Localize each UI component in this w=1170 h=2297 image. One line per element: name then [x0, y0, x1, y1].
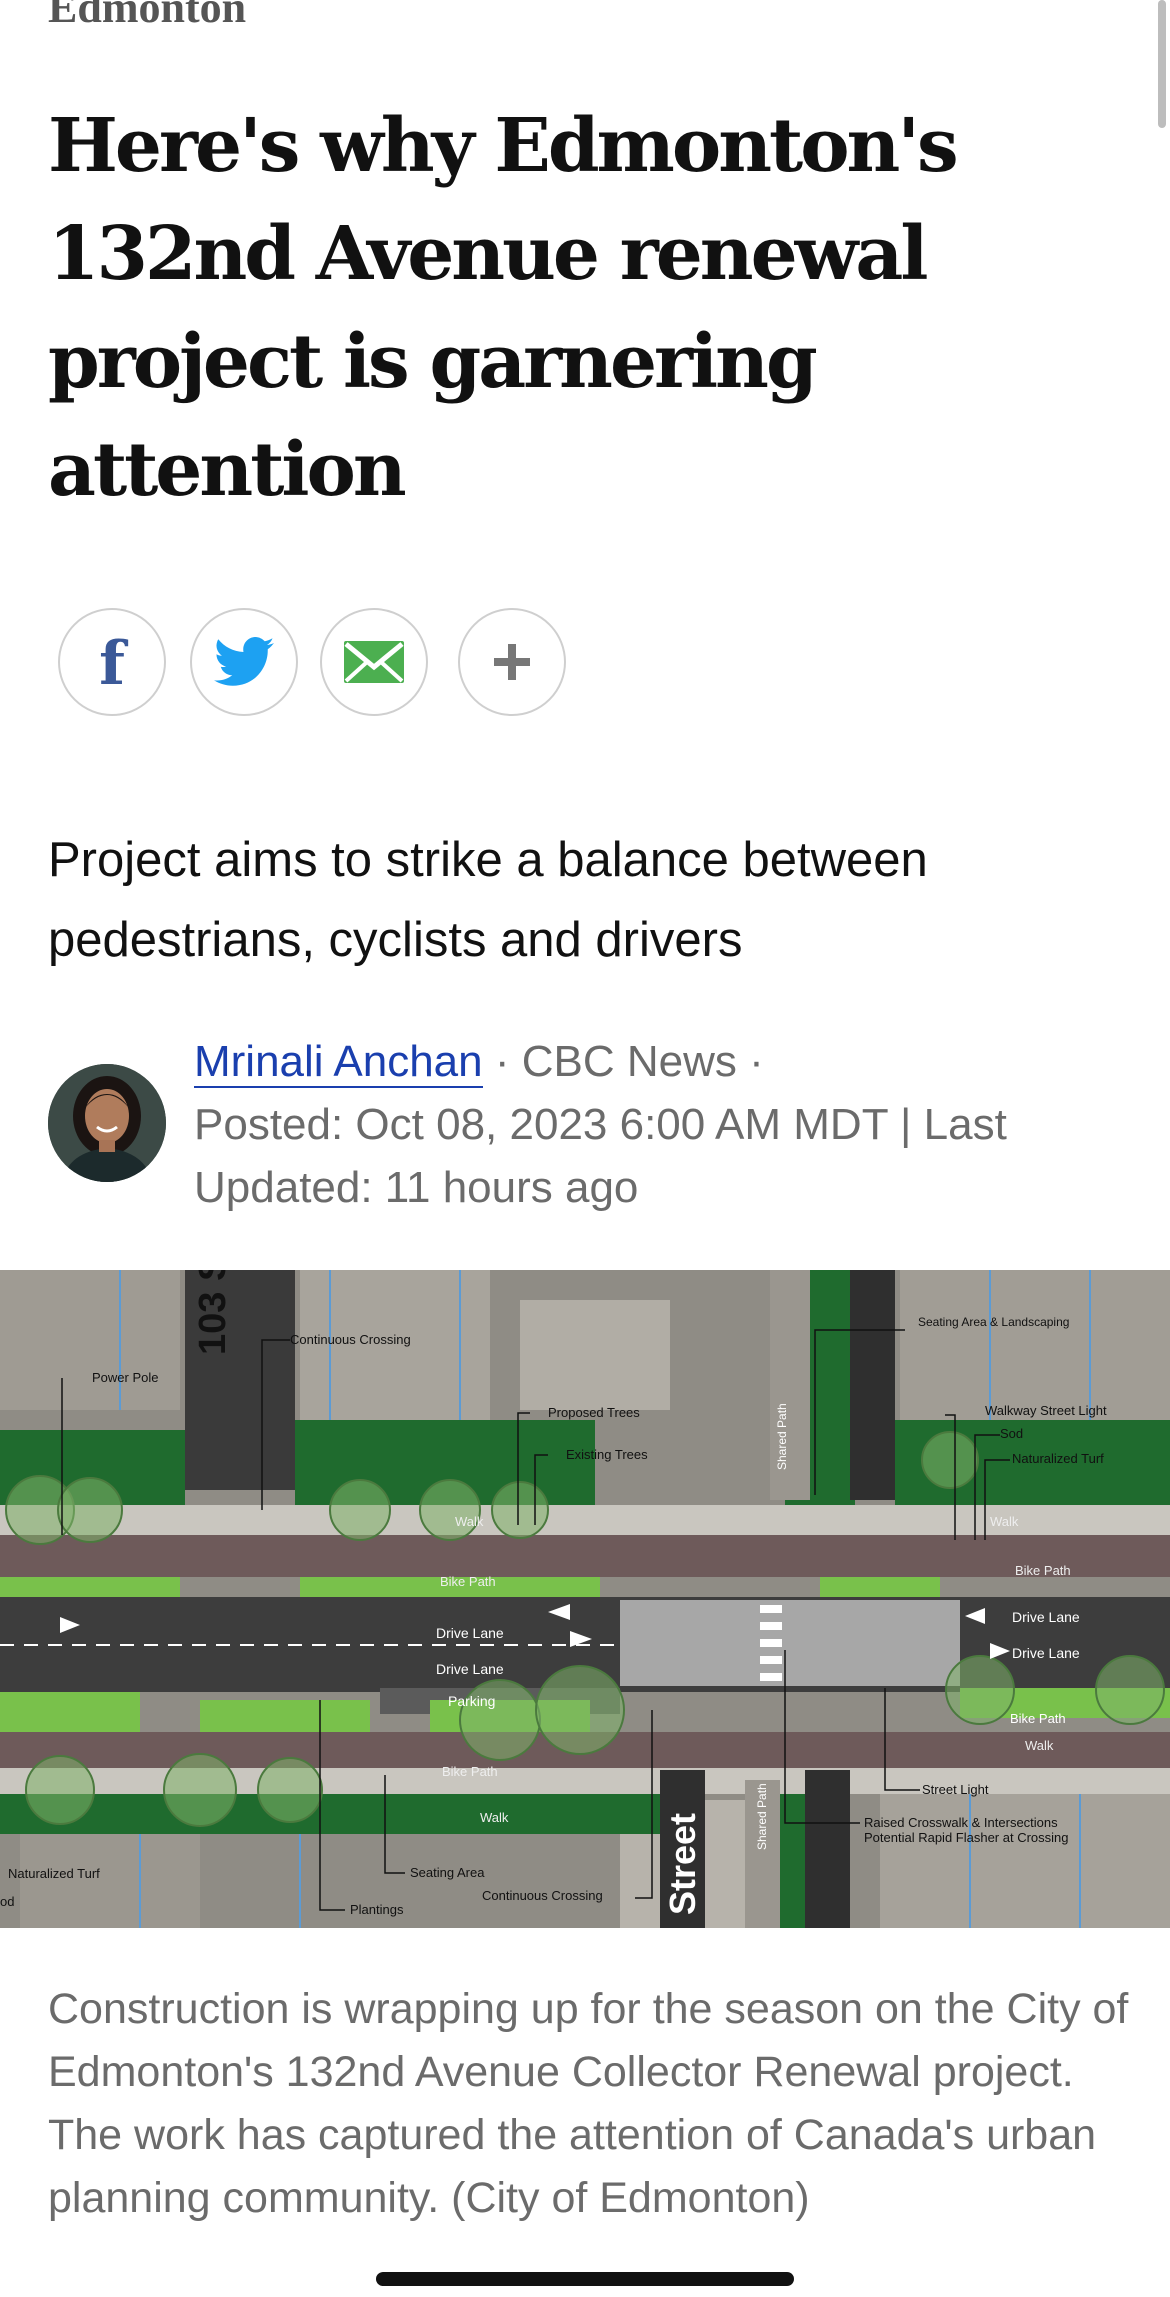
section-label[interactable]: Edmonton: [48, 0, 246, 30]
label-street: Street: [662, 1813, 703, 1915]
article-headline: Here's why Edmonton's 132nd Avenue renew…: [48, 103, 959, 513]
label-continuous-crossing-top: Continuous Crossing: [290, 1332, 411, 1347]
author-avatar[interactable]: [48, 1064, 166, 1182]
label-walk-lower-right: Walk: [1025, 1738, 1054, 1753]
share-twitter-button[interactable]: [190, 608, 298, 716]
byline-separator: ·: [749, 1037, 764, 1086]
label-bike-path-right: Bike Path: [1015, 1563, 1071, 1578]
share-email-button[interactable]: [320, 608, 428, 716]
share-facebook-button[interactable]: f: [58, 608, 166, 716]
label-proposed-trees: Proposed Trees: [548, 1405, 640, 1420]
article-subhead: Project aims to strike a balance between…: [48, 833, 928, 967]
label-continuous-crossing-bottom: Continuous Crossing: [482, 1888, 603, 1903]
label-shared-path-top: Shared Path: [775, 1403, 789, 1470]
envelope-icon: [344, 641, 404, 683]
label-raised-crosswalk: Raised Crosswalk & Intersections: [864, 1815, 1058, 1830]
byline-outlet: CBC News: [521, 1037, 737, 1086]
facebook-icon: f: [99, 629, 125, 699]
label-existing-trees: Existing Trees: [566, 1447, 648, 1462]
share-more-button[interactable]: [458, 608, 566, 716]
scrollbar-thumb[interactable]: [1158, 0, 1166, 128]
label-drive-lane-1: Drive Lane: [436, 1625, 504, 1641]
plus-icon: [494, 644, 530, 680]
label-bike-path-lower: Bike Path: [442, 1764, 498, 1779]
label-sod-left: od: [0, 1894, 14, 1909]
byline-separator: ·: [494, 1037, 510, 1086]
label-naturalized-turf-left: Naturalized Turf: [8, 1866, 100, 1881]
label-drive-lane-2: Drive Lane: [436, 1661, 504, 1677]
byline: Mrinali Anchan · CBC News · Posted: Oct …: [194, 1030, 1124, 1219]
label-street-light: Street Light: [922, 1782, 989, 1797]
label-seating-landscaping: Seating Area & Landscaping: [918, 1315, 1069, 1329]
label-seating-area: Seating Area: [410, 1865, 485, 1880]
street-plan-image[interactable]: 103 St Continuous Crossing Power Pole Pr…: [0, 1270, 1170, 1928]
label-drive-lane-right-1: Drive Lane: [1012, 1609, 1080, 1625]
label-103-st: 103 St: [192, 1270, 234, 1355]
label-parking: Parking: [448, 1693, 495, 1709]
street-plan-diagram: 103 St Continuous Crossing Power Pole Pr…: [0, 1270, 1170, 1928]
label-walk-right: Walk: [990, 1514, 1019, 1529]
label-walkway-street-light: Walkway Street Light: [985, 1403, 1107, 1418]
author-link[interactable]: Mrinali Anchan: [194, 1037, 483, 1088]
label-power-pole: Power Pole: [92, 1370, 158, 1385]
byline-posted: Posted: Oct 08, 2023 6:00 AM MDT | Last …: [194, 1100, 1007, 1212]
label-rapid-flasher: Potential Rapid Flasher at Crossing: [864, 1830, 1069, 1845]
label-bike-path-top: Bike Path: [440, 1574, 496, 1589]
twitter-bird-icon: [214, 637, 274, 686]
image-caption: Construction is wrapping up for the seas…: [48, 1985, 1129, 2222]
label-plantings: Plantings: [350, 1902, 404, 1917]
label-shared-path-bottom: Shared Path: [755, 1783, 769, 1850]
home-indicator[interactable]: [376, 2272, 794, 2286]
label-bike-path-lower-right: Bike Path: [1010, 1711, 1066, 1726]
label-sod-top: Sod: [1000, 1426, 1023, 1441]
label-walk-lower: Walk: [480, 1810, 509, 1825]
label-drive-lane-right-2: Drive Lane: [1012, 1645, 1080, 1661]
label-walk-top: Walk: [455, 1514, 484, 1529]
label-naturalized-turf-right: Naturalized Turf: [1012, 1451, 1104, 1466]
